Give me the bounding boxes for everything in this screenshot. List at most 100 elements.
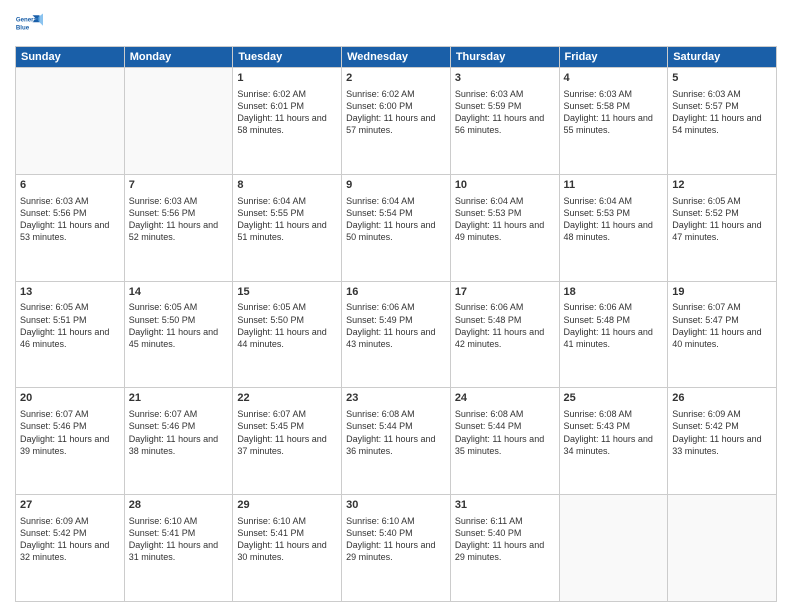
day-number: 31 bbox=[455, 498, 555, 513]
svg-text:General: General bbox=[16, 16, 39, 23]
calendar-cell: 3 Sunrise: 6:03 AM Sunset: 5:59 PM Daylig… bbox=[450, 68, 559, 175]
calendar-cell: 8 Sunrise: 6:04 AM Sunset: 5:55 PM Daylig… bbox=[233, 174, 342, 281]
day-number: 13 bbox=[20, 285, 120, 300]
calendar-cell: 20 Sunrise: 6:07 AM Sunset: 5:46 PM Dayli… bbox=[16, 388, 125, 495]
calendar-cell: 16Sunrise: 6:06 AM Sunset: 5:49 PM Dayli… bbox=[342, 281, 451, 388]
day-info: Sunrise: 6:04 AM Sunset: 5:55 PM Dayligh… bbox=[237, 195, 337, 244]
day-info: Sunrise: 6:11 AM Sunset: 5:40 PM Dayligh… bbox=[455, 515, 555, 564]
calendar-cell: 14Sunrise: 6:05 AM Sunset: 5:50 PM Dayli… bbox=[124, 281, 233, 388]
calendar-cell: 28 Sunrise: 6:10 AM Sunset: 5:41 PM Dayli… bbox=[124, 495, 233, 602]
day-info: Sunrise: 6:04 AM Sunset: 5:53 PM Dayligh… bbox=[455, 195, 555, 244]
day-number: 14 bbox=[129, 285, 229, 300]
day-info: Sunrise: 6:05 AM Sunset: 5:50 PM Dayligh… bbox=[129, 301, 229, 350]
weekday-header-saturday: Saturday bbox=[668, 47, 777, 68]
day-number: 30 bbox=[346, 498, 446, 513]
day-number: 29 bbox=[237, 498, 337, 513]
calendar-week-row: 20 Sunrise: 6:07 AM Sunset: 5:46 PM Dayli… bbox=[16, 388, 777, 495]
day-number: 17 bbox=[455, 285, 555, 300]
day-info: Sunrise: 6:07 AM Sunset: 5:46 PM Dayligh… bbox=[129, 408, 229, 457]
calendar-cell: 19Sunrise: 6:07 AM Sunset: 5:47 PM Dayli… bbox=[668, 281, 777, 388]
day-number: 8 bbox=[237, 178, 337, 193]
day-info: Sunrise: 6:04 AM Sunset: 5:53 PM Dayligh… bbox=[564, 195, 664, 244]
calendar-week-row: 1Sunrise: 6:02 AM Sunset: 6:01 PM Daylig… bbox=[16, 68, 777, 175]
calendar-cell bbox=[559, 495, 668, 602]
calendar-cell: 23 Sunrise: 6:08 AM Sunset: 5:44 PM Dayli… bbox=[342, 388, 451, 495]
calendar-cell: 27 Sunrise: 6:09 AM Sunset: 5:42 PM Dayli… bbox=[16, 495, 125, 602]
calendar-cell: 11 Sunrise: 6:04 AM Sunset: 5:53 PM Dayli… bbox=[559, 174, 668, 281]
day-number: 22 bbox=[237, 391, 337, 406]
day-info: Sunrise: 6:03 AM Sunset: 5:59 PM Dayligh… bbox=[455, 88, 555, 137]
calendar-cell: 29 Sunrise: 6:10 AM Sunset: 5:41 PM Dayli… bbox=[233, 495, 342, 602]
day-info: Sunrise: 6:05 AM Sunset: 5:52 PM Dayligh… bbox=[672, 195, 772, 244]
day-number: 10 bbox=[455, 178, 555, 193]
calendar-cell: 15Sunrise: 6:05 AM Sunset: 5:50 PM Dayli… bbox=[233, 281, 342, 388]
day-info: Sunrise: 6:08 AM Sunset: 5:44 PM Dayligh… bbox=[455, 408, 555, 457]
day-info: Sunrise: 6:03 AM Sunset: 5:56 PM Dayligh… bbox=[129, 195, 229, 244]
calendar-cell: 6Sunrise: 6:03 AM Sunset: 5:56 PM Daylig… bbox=[16, 174, 125, 281]
day-number: 1 bbox=[237, 71, 337, 86]
weekday-header-sunday: Sunday bbox=[16, 47, 125, 68]
day-number: 27 bbox=[20, 498, 120, 513]
day-info: Sunrise: 6:07 AM Sunset: 5:46 PM Dayligh… bbox=[20, 408, 120, 457]
day-info: Sunrise: 6:03 AM Sunset: 5:56 PM Dayligh… bbox=[20, 195, 120, 244]
calendar-cell: 2Sunrise: 6:02 AM Sunset: 6:00 PM Daylig… bbox=[342, 68, 451, 175]
calendar-cell: 26Sunrise: 6:09 AM Sunset: 5:42 PM Dayli… bbox=[668, 388, 777, 495]
day-info: Sunrise: 6:08 AM Sunset: 5:44 PM Dayligh… bbox=[346, 408, 446, 457]
day-info: Sunrise: 6:04 AM Sunset: 5:54 PM Dayligh… bbox=[346, 195, 446, 244]
calendar-week-row: 6Sunrise: 6:03 AM Sunset: 5:56 PM Daylig… bbox=[16, 174, 777, 281]
day-number: 18 bbox=[564, 285, 664, 300]
day-number: 19 bbox=[672, 285, 772, 300]
calendar-cell: 31 Sunrise: 6:11 AM Sunset: 5:40 PM Dayli… bbox=[450, 495, 559, 602]
calendar-cell: 18Sunrise: 6:06 AM Sunset: 5:48 PM Dayli… bbox=[559, 281, 668, 388]
day-info: Sunrise: 6:02 AM Sunset: 6:00 PM Dayligh… bbox=[346, 88, 446, 137]
day-info: Sunrise: 6:10 AM Sunset: 5:40 PM Dayligh… bbox=[346, 515, 446, 564]
weekday-header-thursday: Thursday bbox=[450, 47, 559, 68]
calendar-cell: 4 Sunrise: 6:03 AM Sunset: 5:58 PM Daylig… bbox=[559, 68, 668, 175]
weekday-header-tuesday: Tuesday bbox=[233, 47, 342, 68]
day-number: 12 bbox=[672, 178, 772, 193]
calendar-cell: 25 Sunrise: 6:08 AM Sunset: 5:43 PM Dayli… bbox=[559, 388, 668, 495]
day-info: Sunrise: 6:10 AM Sunset: 5:41 PM Dayligh… bbox=[129, 515, 229, 564]
weekday-header-row: SundayMondayTuesdayWednesdayThursdayFrid… bbox=[16, 47, 777, 68]
calendar-table: SundayMondayTuesdayWednesdayThursdayFrid… bbox=[15, 46, 777, 602]
day-info: Sunrise: 6:06 AM Sunset: 5:48 PM Dayligh… bbox=[564, 301, 664, 350]
calendar-cell bbox=[668, 495, 777, 602]
day-info: Sunrise: 6:06 AM Sunset: 5:49 PM Dayligh… bbox=[346, 301, 446, 350]
calendar-cell: 24 Sunrise: 6:08 AM Sunset: 5:44 PM Dayli… bbox=[450, 388, 559, 495]
calendar-cell: 12 Sunrise: 6:05 AM Sunset: 5:52 PM Dayli… bbox=[668, 174, 777, 281]
day-number: 11 bbox=[564, 178, 664, 193]
calendar-cell: 21 Sunrise: 6:07 AM Sunset: 5:46 PM Dayli… bbox=[124, 388, 233, 495]
logo: General Blue bbox=[15, 10, 47, 38]
day-info: Sunrise: 6:08 AM Sunset: 5:43 PM Dayligh… bbox=[564, 408, 664, 457]
day-info: Sunrise: 6:07 AM Sunset: 5:47 PM Dayligh… bbox=[672, 301, 772, 350]
day-info: Sunrise: 6:03 AM Sunset: 5:58 PM Dayligh… bbox=[564, 88, 664, 137]
day-number: 20 bbox=[20, 391, 120, 406]
day-info: Sunrise: 6:06 AM Sunset: 5:48 PM Dayligh… bbox=[455, 301, 555, 350]
day-number: 4 bbox=[564, 71, 664, 86]
svg-text:Blue: Blue bbox=[16, 24, 30, 31]
page-container: General Blue SundayMondayTuesdayWednesda… bbox=[0, 0, 792, 612]
day-info: Sunrise: 6:05 AM Sunset: 5:51 PM Dayligh… bbox=[20, 301, 120, 350]
day-number: 24 bbox=[455, 391, 555, 406]
weekday-header-friday: Friday bbox=[559, 47, 668, 68]
day-number: 26 bbox=[672, 391, 772, 406]
day-number: 7 bbox=[129, 178, 229, 193]
calendar-cell: 1Sunrise: 6:02 AM Sunset: 6:01 PM Daylig… bbox=[233, 68, 342, 175]
calendar-cell: 10 Sunrise: 6:04 AM Sunset: 5:53 PM Dayli… bbox=[450, 174, 559, 281]
day-number: 25 bbox=[564, 391, 664, 406]
day-number: 3 bbox=[455, 71, 555, 86]
header: General Blue bbox=[15, 10, 777, 38]
day-info: Sunrise: 6:09 AM Sunset: 5:42 PM Dayligh… bbox=[20, 515, 120, 564]
day-number: 21 bbox=[129, 391, 229, 406]
day-info: Sunrise: 6:07 AM Sunset: 5:45 PM Dayligh… bbox=[237, 408, 337, 457]
calendar-cell: 13Sunrise: 6:05 AM Sunset: 5:51 PM Dayli… bbox=[16, 281, 125, 388]
calendar-cell bbox=[124, 68, 233, 175]
day-number: 28 bbox=[129, 498, 229, 513]
day-number: 23 bbox=[346, 391, 446, 406]
calendar-week-row: 13Sunrise: 6:05 AM Sunset: 5:51 PM Dayli… bbox=[16, 281, 777, 388]
day-number: 16 bbox=[346, 285, 446, 300]
calendar-cell: 30 Sunrise: 6:10 AM Sunset: 5:40 PM Dayli… bbox=[342, 495, 451, 602]
weekday-header-wednesday: Wednesday bbox=[342, 47, 451, 68]
calendar-cell: 17Sunrise: 6:06 AM Sunset: 5:48 PM Dayli… bbox=[450, 281, 559, 388]
day-info: Sunrise: 6:10 AM Sunset: 5:41 PM Dayligh… bbox=[237, 515, 337, 564]
